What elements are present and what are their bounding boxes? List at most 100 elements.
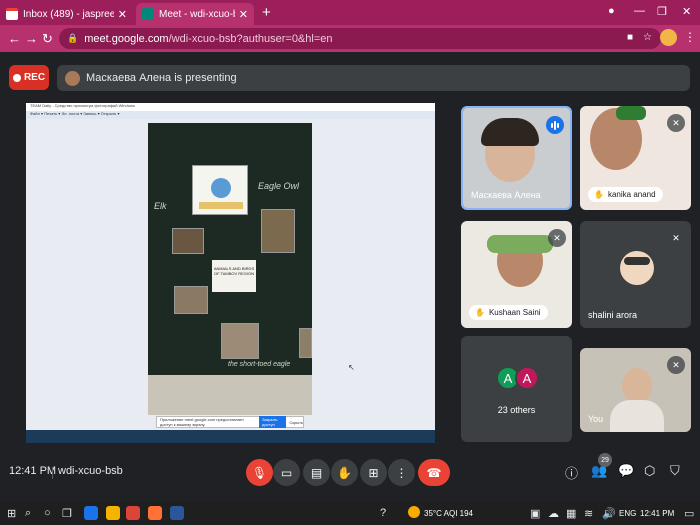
cloud-icon[interactable]: ☁ (548, 507, 559, 520)
tab-inbox[interactable]: Inbox (489) - jaspreet.k@theindi… ✕ (0, 3, 133, 25)
avatar: A (515, 366, 539, 390)
record-dot-icon (12, 73, 21, 82)
close-icon[interactable]: ✕ (118, 8, 127, 21)
leave-call-button[interactable]: ☎ (418, 459, 450, 486)
meeting-code: wdi-xcuo-bsb (58, 465, 123, 477)
phone-hangup-icon: ☎ (426, 465, 442, 480)
presenting-banner: Маскаева Алена is presenting (57, 65, 690, 91)
mic-toggle-button[interactable]: 🎙 (246, 459, 273, 486)
chat-icon[interactable]: 💬 (618, 463, 634, 479)
wifi-icon[interactable]: ≋ (584, 507, 593, 520)
avatar[interactable] (660, 29, 677, 46)
participant-tile[interactable]: ✕ ✋ Kushaan Saini (461, 221, 572, 328)
participant-name: shalini arora (588, 310, 638, 320)
cortana-icon[interactable]: ○ (44, 507, 51, 519)
activities-icon[interactable]: ⬡ (644, 463, 655, 479)
notifications-icon[interactable]: ▭ (684, 507, 694, 520)
recording-badge: REC (9, 65, 49, 90)
participant-name: Маскаева Алена (471, 190, 541, 200)
app-icon[interactable]: ▣ (530, 507, 540, 520)
back-icon[interactable]: ← (8, 31, 21, 46)
browser-tab-strip: Inbox (489) - jaspreet.k@theindi… ✕ Meet… (0, 0, 700, 25)
camera-icon[interactable]: ■ (627, 32, 633, 43)
close-icon[interactable]: ✕ (239, 8, 248, 21)
browser-menu-icon[interactable]: ⋮ (684, 30, 696, 44)
meet-icon (142, 8, 154, 20)
star-icon[interactable]: ☆ (643, 32, 652, 43)
divider (52, 467, 53, 479)
tab-search-icon[interactable]: ● (608, 5, 615, 17)
meeting-time: 12:41 PM (9, 465, 57, 477)
notice-text: Приложение meet.google.com предоставляет… (160, 417, 244, 427)
participant-tile[interactable]: ✕ ✋ kanika anand (580, 106, 691, 210)
camera-toggle-button[interactable]: ▭ (273, 459, 300, 486)
avatar (65, 70, 80, 86)
more-options-button[interactable]: ⋮ (388, 459, 415, 486)
forward-icon[interactable]: → (25, 31, 38, 46)
url-path: /wdi-xcuo-bsb?authuser=0&hl=en (168, 32, 333, 45)
minimize-icon[interactable]: — (634, 5, 645, 17)
tab-meet[interactable]: Meet - wdi-xcuo-bsb ✕ (136, 3, 254, 25)
stop-sharing-button[interactable]: Закрыть доступ (259, 416, 287, 428)
present-button[interactable]: ⊞ (360, 459, 387, 486)
people-count-badge: 29 (598, 453, 612, 467)
participant-tile[interactable]: Маскаева Алена (461, 106, 572, 210)
mouse-cursor-icon: ↖ (348, 363, 355, 372)
poster-globe (192, 165, 248, 215)
chrome-icon[interactable] (126, 506, 140, 520)
lock-icon: 🔒 (67, 33, 79, 43)
presenter-taskbar (26, 430, 435, 443)
close-window-icon[interactable]: ✕ (682, 5, 691, 18)
language-indicator[interactable]: ENG (619, 509, 636, 518)
rec-label: REC (23, 72, 46, 83)
new-tab-button[interactable]: + (262, 4, 271, 21)
word-icon[interactable] (170, 506, 184, 520)
blackboard-photo: ANIMALS AND BIRDS OF TAMBOV REGION Eagle… (148, 123, 312, 415)
chalk-elk: Elk (154, 201, 167, 211)
participant-name: You (588, 414, 604, 424)
raise-hand-button[interactable]: ✋ (331, 459, 358, 486)
address-bar-row: ← → ↻ 🔒 meet.google.com /wdi-xcuo-bsb?au… (0, 25, 700, 52)
others-count: 23 others (497, 405, 536, 415)
help-icon[interactable]: ? (380, 507, 386, 519)
mic-off-icon: ✕ (548, 229, 566, 247)
windows-start-icon[interactable]: ⊞ (7, 507, 16, 520)
captions-button[interactable]: ▤ (303, 459, 330, 486)
others-tile[interactable]: 23 others (461, 336, 572, 442)
hand-icon: ✋ (475, 308, 485, 317)
weather-text[interactable]: 35°C AQI 194 (424, 509, 473, 518)
mic-off-icon: ✕ (667, 356, 685, 374)
photo-bird (174, 286, 208, 314)
file-explorer-icon[interactable] (106, 506, 120, 520)
restore-icon[interactable]: ❐ (657, 5, 667, 18)
clock[interactable]: 12:41 PM (640, 509, 674, 518)
edge-icon[interactable] (84, 506, 98, 520)
participant-name: ✋ kanika anand (588, 187, 663, 202)
volume-icon[interactable]: 🔊 (602, 507, 616, 520)
hand-icon: ✋ (594, 190, 604, 199)
hand-icon: ✋ (337, 465, 352, 480)
photo-owl (261, 209, 295, 253)
os-taskbar: ⊞ ⌕ ○ ❐ ? 35°C AQI 194 ▣ ☁ ▦ ≋ 🔊 ENG 12:… (0, 502, 700, 525)
tab-title: Inbox (489) - jaspreet.k@theindi… (23, 8, 114, 20)
firefox-icon[interactable] (148, 506, 162, 520)
hide-button[interactable]: Скрыть (289, 420, 303, 425)
video-icon: ▭ (280, 465, 293, 480)
weather-icon (408, 506, 420, 518)
url-host: meet.google.com (84, 32, 169, 45)
url-bar[interactable]: 🔒 meet.google.com /wdi-xcuo-bsb?authuser… (59, 28, 661, 49)
task-view-icon[interactable]: ❐ (62, 507, 72, 520)
mic-off-icon: ✕ (667, 114, 685, 132)
reload-icon[interactable]: ↻ (42, 31, 53, 47)
host-controls-icon[interactable]: ⛉ (670, 463, 680, 479)
photo-eagle (221, 323, 259, 359)
more-vert-icon: ⋮ (395, 465, 408, 480)
self-tile[interactable]: ✕ You (580, 348, 691, 432)
info-icon[interactable]: ⓘ (565, 463, 578, 482)
participant-tile[interactable]: ✕ shalini arora (580, 221, 691, 328)
poster-title: ANIMALS AND BIRDS OF TAMBOV REGION (212, 260, 256, 292)
search-icon[interactable]: ⌕ (25, 507, 31, 520)
mic-off-icon: ✕ (667, 229, 685, 247)
mic-off-icon: 🎙 (251, 465, 268, 480)
tray-icon[interactable]: ▦ (566, 507, 576, 520)
